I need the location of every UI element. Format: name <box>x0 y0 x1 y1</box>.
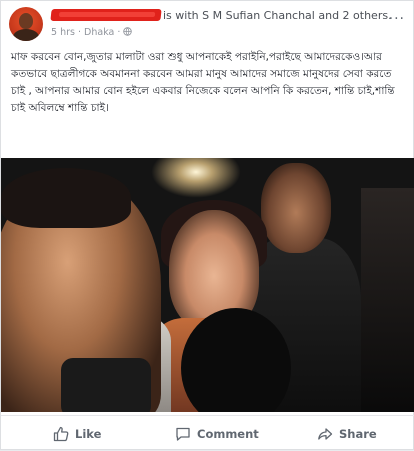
comment-button[interactable]: Comment <box>175 424 259 444</box>
post-card: is with S M Sufian Chanchal and 2 others… <box>0 0 414 450</box>
post-meta: 5 hrs · Dhaka · <box>51 27 133 38</box>
tagged-people-text[interactable]: is with S M Sufian Chanchal and 2 others… <box>163 9 392 22</box>
thumbs-up-icon <box>53 426 69 442</box>
post-header: is with S M Sufian Chanchal and 2 others… <box>1 1 414 45</box>
video-man-hair <box>1 168 131 228</box>
post-location[interactable]: Dhaka <box>84 27 114 38</box>
video-bg-right <box>361 188 414 412</box>
avatar[interactable] <box>9 7 43 41</box>
share-label: Share <box>339 427 377 441</box>
share-button[interactable]: Share <box>317 424 377 444</box>
meta-separator: · <box>77 27 82 38</box>
avatar-face <box>19 13 33 29</box>
meta-separator-2: · <box>117 27 121 38</box>
globe-icon <box>123 27 133 36</box>
redacted-author-name <box>50 9 162 21</box>
comment-label: Comment <box>197 427 259 441</box>
light-glow <box>151 158 241 198</box>
comment-icon <box>176 427 190 441</box>
like-button[interactable]: Like <box>53 424 101 444</box>
post-video[interactable] <box>1 158 414 412</box>
more-icon[interactable]: ... <box>389 7 405 23</box>
post-body: মাফ করবেন বোন,জুতার মালাটা ওরা শুধু আপনা… <box>11 51 395 114</box>
share-icon <box>318 428 333 440</box>
post-time[interactable]: 5 hrs <box>51 27 75 38</box>
video-figure-head <box>261 163 331 253</box>
like-label: Like <box>75 427 102 441</box>
avatar-shoulders <box>13 29 39 41</box>
video-mic <box>61 358 151 412</box>
post-actions: Like Comment Share <box>1 415 414 451</box>
